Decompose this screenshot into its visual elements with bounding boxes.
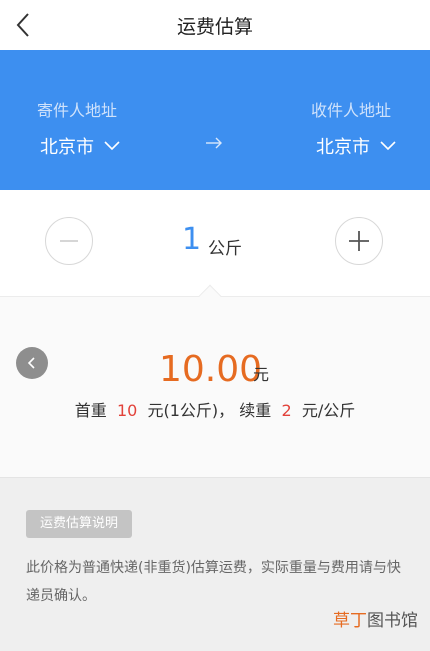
collapse-button[interactable] [16,347,48,379]
minus-icon [60,240,78,242]
first-weight-label: 首重 [74,401,107,420]
receiver-address-label: 收件人地址 [311,101,392,120]
receiver-city-select[interactable]: 北京市 [316,133,396,159]
chevron-down-icon [380,141,396,151]
first-weight-price: 10 [116,401,138,420]
note-tag: 运费估算说明 [26,510,133,538]
decrease-weight-button[interactable] [45,217,93,265]
first-weight-unit: 元(1公斤)， [147,401,235,420]
weight-value: 1 [182,222,202,257]
page-title: 运费估算 [176,16,253,38]
receiver-city-value: 北京市 [316,137,370,158]
increase-weight-button[interactable] [335,217,383,265]
watermark-part-1: 草丁 [333,611,367,631]
weight-stepper: 1 公斤 [0,190,430,296]
additional-weight-label: 续重 [239,401,272,420]
weight-unit: 公斤 [208,239,242,259]
arrow-right-icon [206,137,222,149]
sender-city-select[interactable]: 北京市 [40,133,120,159]
address-band: 寄件人地址 北京市 收件人地址 北京市 [0,50,430,190]
plus-icon [349,231,369,251]
additional-weight-unit: 元/公斤 [301,401,356,420]
price-unit: 元 [253,365,270,384]
sender-address-label: 寄件人地址 [37,101,118,120]
estimated-price: 10.00 [159,349,263,390]
estimate-result: 10.00 元 首重 10 元(1公斤)， 续重 2 元/公斤 [0,284,430,478]
chevron-left-icon [27,357,35,369]
rate-details: 首重 10 元(1公斤)， 续重 2 元/公斤 [0,397,430,421]
nav-bar: 运费估算 [0,0,430,50]
watermark-part-2: 图书馆 [367,611,418,631]
sender-city-value: 北京市 [40,137,94,158]
additional-weight-price: 2 [281,401,292,420]
note-text: 此价格为普通快递(非重货)估算运费，实际重量与费用请与快递员确认。 [26,560,401,604]
watermark: 草丁 图书馆 [333,606,418,631]
chevron-down-icon [104,141,120,151]
